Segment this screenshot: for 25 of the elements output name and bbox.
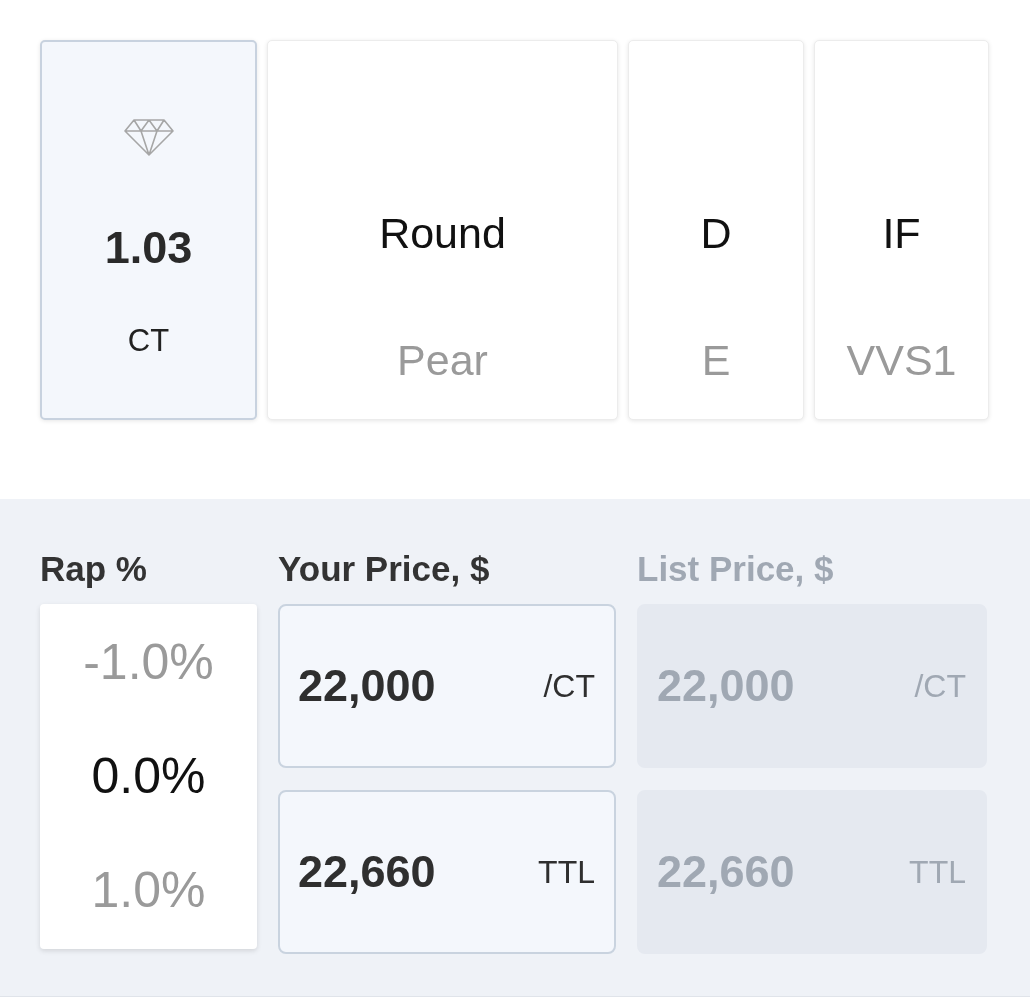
price-value: 22,660 xyxy=(298,846,436,898)
diamond-icon xyxy=(123,119,174,156)
carat-value: 1.03 xyxy=(104,224,193,272)
carat-card[interactable]: 1.03 CT xyxy=(40,40,257,420)
picker-option[interactable]: D xyxy=(700,208,732,258)
rap-option[interactable]: 0.0% xyxy=(91,719,206,833)
price-value: 22,660 xyxy=(657,846,795,898)
price-unit: /CT xyxy=(543,667,595,705)
carat-unit: CT xyxy=(127,323,170,359)
price-value: 22,000 xyxy=(298,660,436,712)
picker-card[interactable]: Round Pear xyxy=(267,40,618,420)
price-heading: Your Price, $ xyxy=(278,548,490,590)
price-heading: List Price, $ xyxy=(637,548,834,590)
price-value: 22,000 xyxy=(657,660,795,712)
picker-option[interactable]: IF xyxy=(882,208,921,258)
price-field[interactable]: 22,660 TTL xyxy=(278,790,616,954)
price-unit: TTL xyxy=(538,853,595,891)
picker-card[interactable]: D E xyxy=(628,40,804,420)
price-field[interactable]: 22,000 /CT xyxy=(278,604,616,768)
rap-picker[interactable]: -1.0% 0.0% 1.0% xyxy=(40,604,257,949)
price-unit: /CT xyxy=(914,667,966,705)
rap-heading: Rap % xyxy=(40,548,147,590)
picker-option[interactable]: Round xyxy=(379,208,506,258)
picker-card[interactable]: IF VVS1 xyxy=(814,40,989,420)
price-unit: TTL xyxy=(909,853,966,891)
